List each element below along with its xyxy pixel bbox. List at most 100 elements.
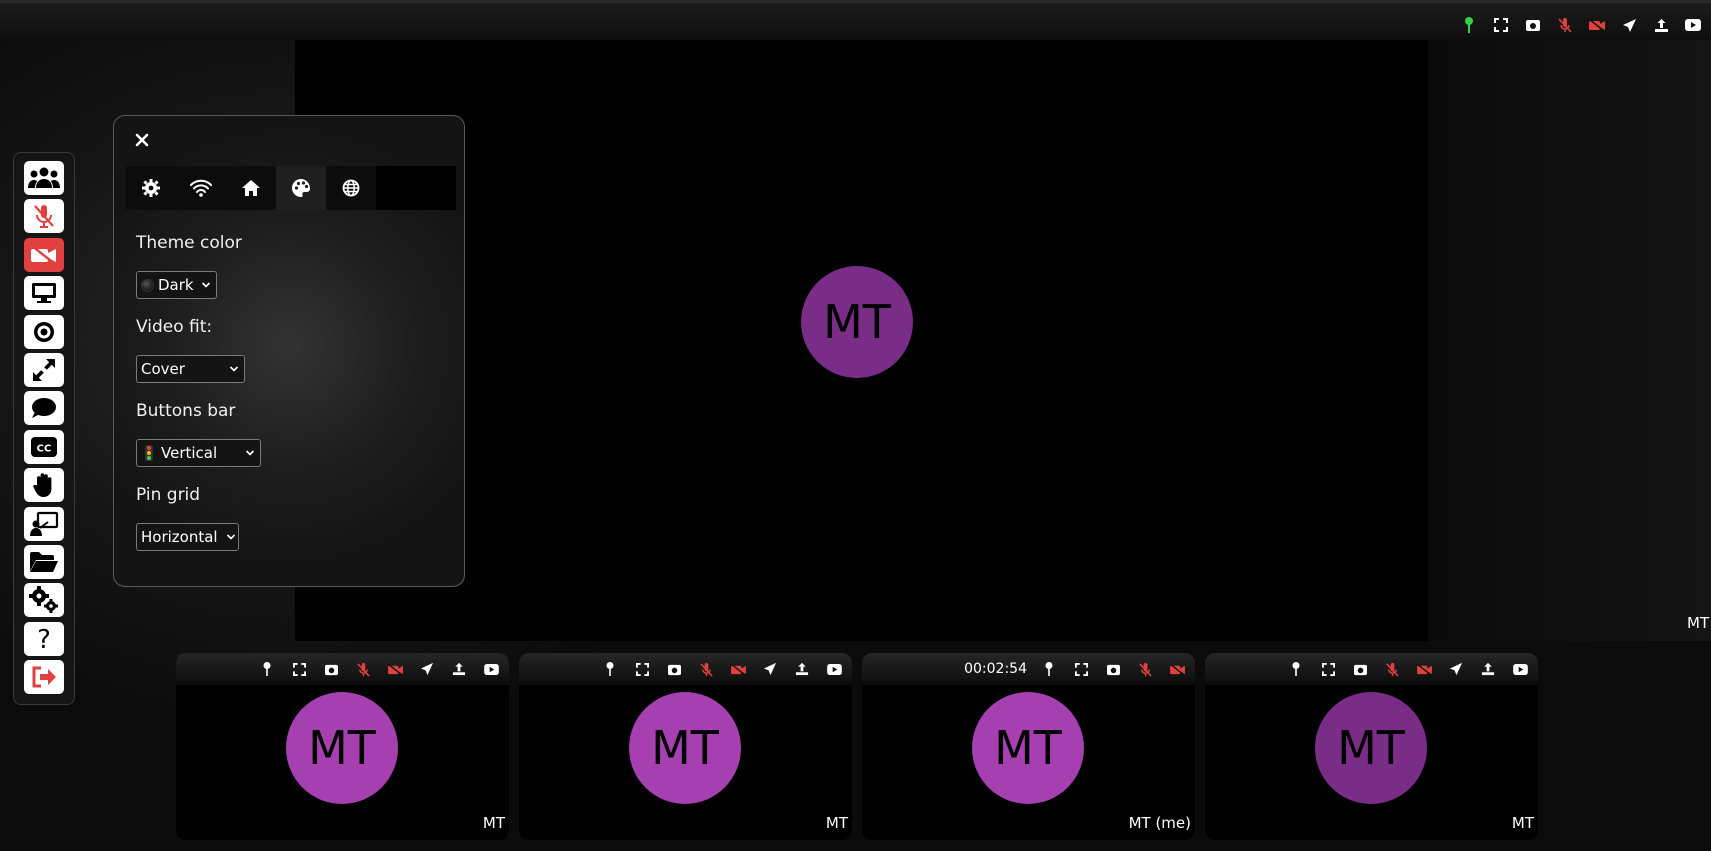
whiteboard-icon (30, 511, 59, 536)
folder-open-icon (30, 551, 58, 572)
participant-tile[interactable]: MT MT (176, 653, 509, 840)
upload-icon[interactable] (786, 657, 818, 681)
snapshot-icon[interactable] (1517, 13, 1549, 37)
fullscreen-icon[interactable] (1312, 657, 1344, 681)
camera-button[interactable] (24, 237, 64, 272)
screen-share-button[interactable] (24, 276, 64, 311)
participant-avatar: MT (972, 692, 1084, 804)
leave-button[interactable] (24, 660, 64, 695)
send-icon[interactable] (1613, 13, 1645, 37)
mic-off-icon[interactable] (1549, 13, 1581, 37)
pin-icon[interactable] (594, 657, 626, 681)
pin-icon[interactable] (251, 657, 283, 681)
fullscreen-button[interactable] (24, 352, 64, 387)
fullscreen-icon[interactable] (283, 657, 315, 681)
snapshot-icon[interactable] (1097, 657, 1129, 681)
mic-off-icon[interactable] (690, 657, 722, 681)
video-off-icon[interactable] (1408, 657, 1440, 681)
video-fit-select[interactable]: Cover (136, 355, 245, 383)
video-area-side (1428, 40, 1711, 641)
pin-icon[interactable] (1453, 13, 1485, 37)
buttons-bar-label: Buttons bar (136, 401, 236, 421)
main-video-toolbar (1453, 13, 1709, 37)
palette-icon (292, 179, 310, 197)
theme-color-label: Theme color (136, 233, 242, 253)
participant-tile[interactable]: MT MT (1205, 653, 1538, 840)
participants-icon (28, 167, 60, 188)
pin-icon[interactable] (1280, 657, 1312, 681)
main-video-name: MT (1687, 614, 1710, 632)
fullscreen-icon[interactable] (1065, 657, 1097, 681)
snapshot-icon[interactable] (1344, 657, 1376, 681)
video-off-icon[interactable] (379, 657, 411, 681)
upload-icon[interactable] (1472, 657, 1504, 681)
fullscreen-icon[interactable] (626, 657, 658, 681)
theme-color-select[interactable]: Dark (136, 271, 217, 299)
buttons-bar-value: Vertical (161, 444, 218, 462)
tile-toolbar-icons (594, 657, 850, 681)
close-icon (135, 133, 149, 147)
fullscreen-icon[interactable] (1485, 13, 1517, 37)
record-icon (34, 321, 54, 342)
chevron-down-icon (226, 534, 236, 540)
tile-toolbar (1205, 653, 1538, 685)
participants-button[interactable] (24, 161, 64, 195)
whiteboard-button[interactable] (24, 506, 64, 541)
tile-toolbar-icons (1280, 657, 1536, 681)
chat-button[interactable] (24, 391, 64, 426)
mic-off-icon[interactable] (1376, 657, 1408, 681)
participant-tile[interactable]: MT MT (519, 653, 852, 840)
tile-toolbar (176, 653, 509, 685)
snapshot-icon[interactable] (658, 657, 690, 681)
mic-off-icon[interactable] (1129, 657, 1161, 681)
buttons-bar-select[interactable]: Vertical (136, 439, 261, 467)
buttons-bar: CC ? (13, 152, 75, 705)
participant-avatar: MT (1315, 692, 1427, 804)
help-icon: ? (37, 625, 51, 653)
chevron-down-icon (229, 366, 239, 372)
participant-tile[interactable]: 00:02:54 MT MT (me) (862, 653, 1195, 840)
tab-network[interactable] (176, 166, 226, 210)
tab-settings[interactable] (126, 166, 176, 210)
captions-icon: CC (31, 436, 57, 457)
svg-text:CC: CC (37, 443, 52, 454)
top-bar (0, 0, 1711, 40)
svg-text:?: ? (37, 625, 51, 653)
captions-button[interactable]: CC (24, 429, 64, 464)
settings-button[interactable] (24, 583, 64, 618)
chevron-down-icon (201, 282, 211, 288)
video-off-icon[interactable] (722, 657, 754, 681)
close-button[interactable] (130, 128, 154, 152)
raise-hand-button[interactable] (24, 468, 64, 503)
microphone-button[interactable] (24, 199, 64, 234)
send-icon[interactable] (411, 657, 443, 681)
youtube-icon[interactable] (1504, 657, 1536, 681)
pin-grid-select[interactable]: Horizontal (136, 523, 239, 551)
participant-name: MT (825, 814, 848, 832)
snapshot-icon[interactable] (315, 657, 347, 681)
home-icon (242, 180, 260, 196)
file-share-button[interactable] (24, 544, 64, 579)
video-fit-label: Video fit: (136, 317, 213, 337)
youtube-icon[interactable] (475, 657, 507, 681)
avatar-initials: MT (994, 721, 1062, 775)
pin-icon[interactable] (1033, 657, 1065, 681)
tab-theme[interactable] (276, 166, 326, 210)
youtube-icon[interactable] (818, 657, 850, 681)
send-icon[interactable] (1440, 657, 1472, 681)
expand-icon (33, 358, 55, 381)
youtube-icon[interactable] (1677, 13, 1709, 37)
video-off-icon[interactable] (1161, 657, 1193, 681)
session-timer: 00:02:54 (964, 661, 1027, 677)
video-off-icon[interactable] (1581, 13, 1613, 37)
upload-icon[interactable] (1645, 13, 1677, 37)
help-button[interactable]: ? (24, 621, 64, 656)
record-button[interactable] (24, 314, 64, 349)
upload-icon[interactable] (443, 657, 475, 681)
send-icon[interactable] (754, 657, 786, 681)
main-video-avatar: MT (801, 266, 913, 378)
tab-room[interactable] (226, 166, 276, 210)
settings-panel: Theme color Dark Video fit: Cover Button… (113, 115, 465, 587)
tab-language[interactable] (326, 166, 376, 210)
mic-off-icon[interactable] (347, 657, 379, 681)
